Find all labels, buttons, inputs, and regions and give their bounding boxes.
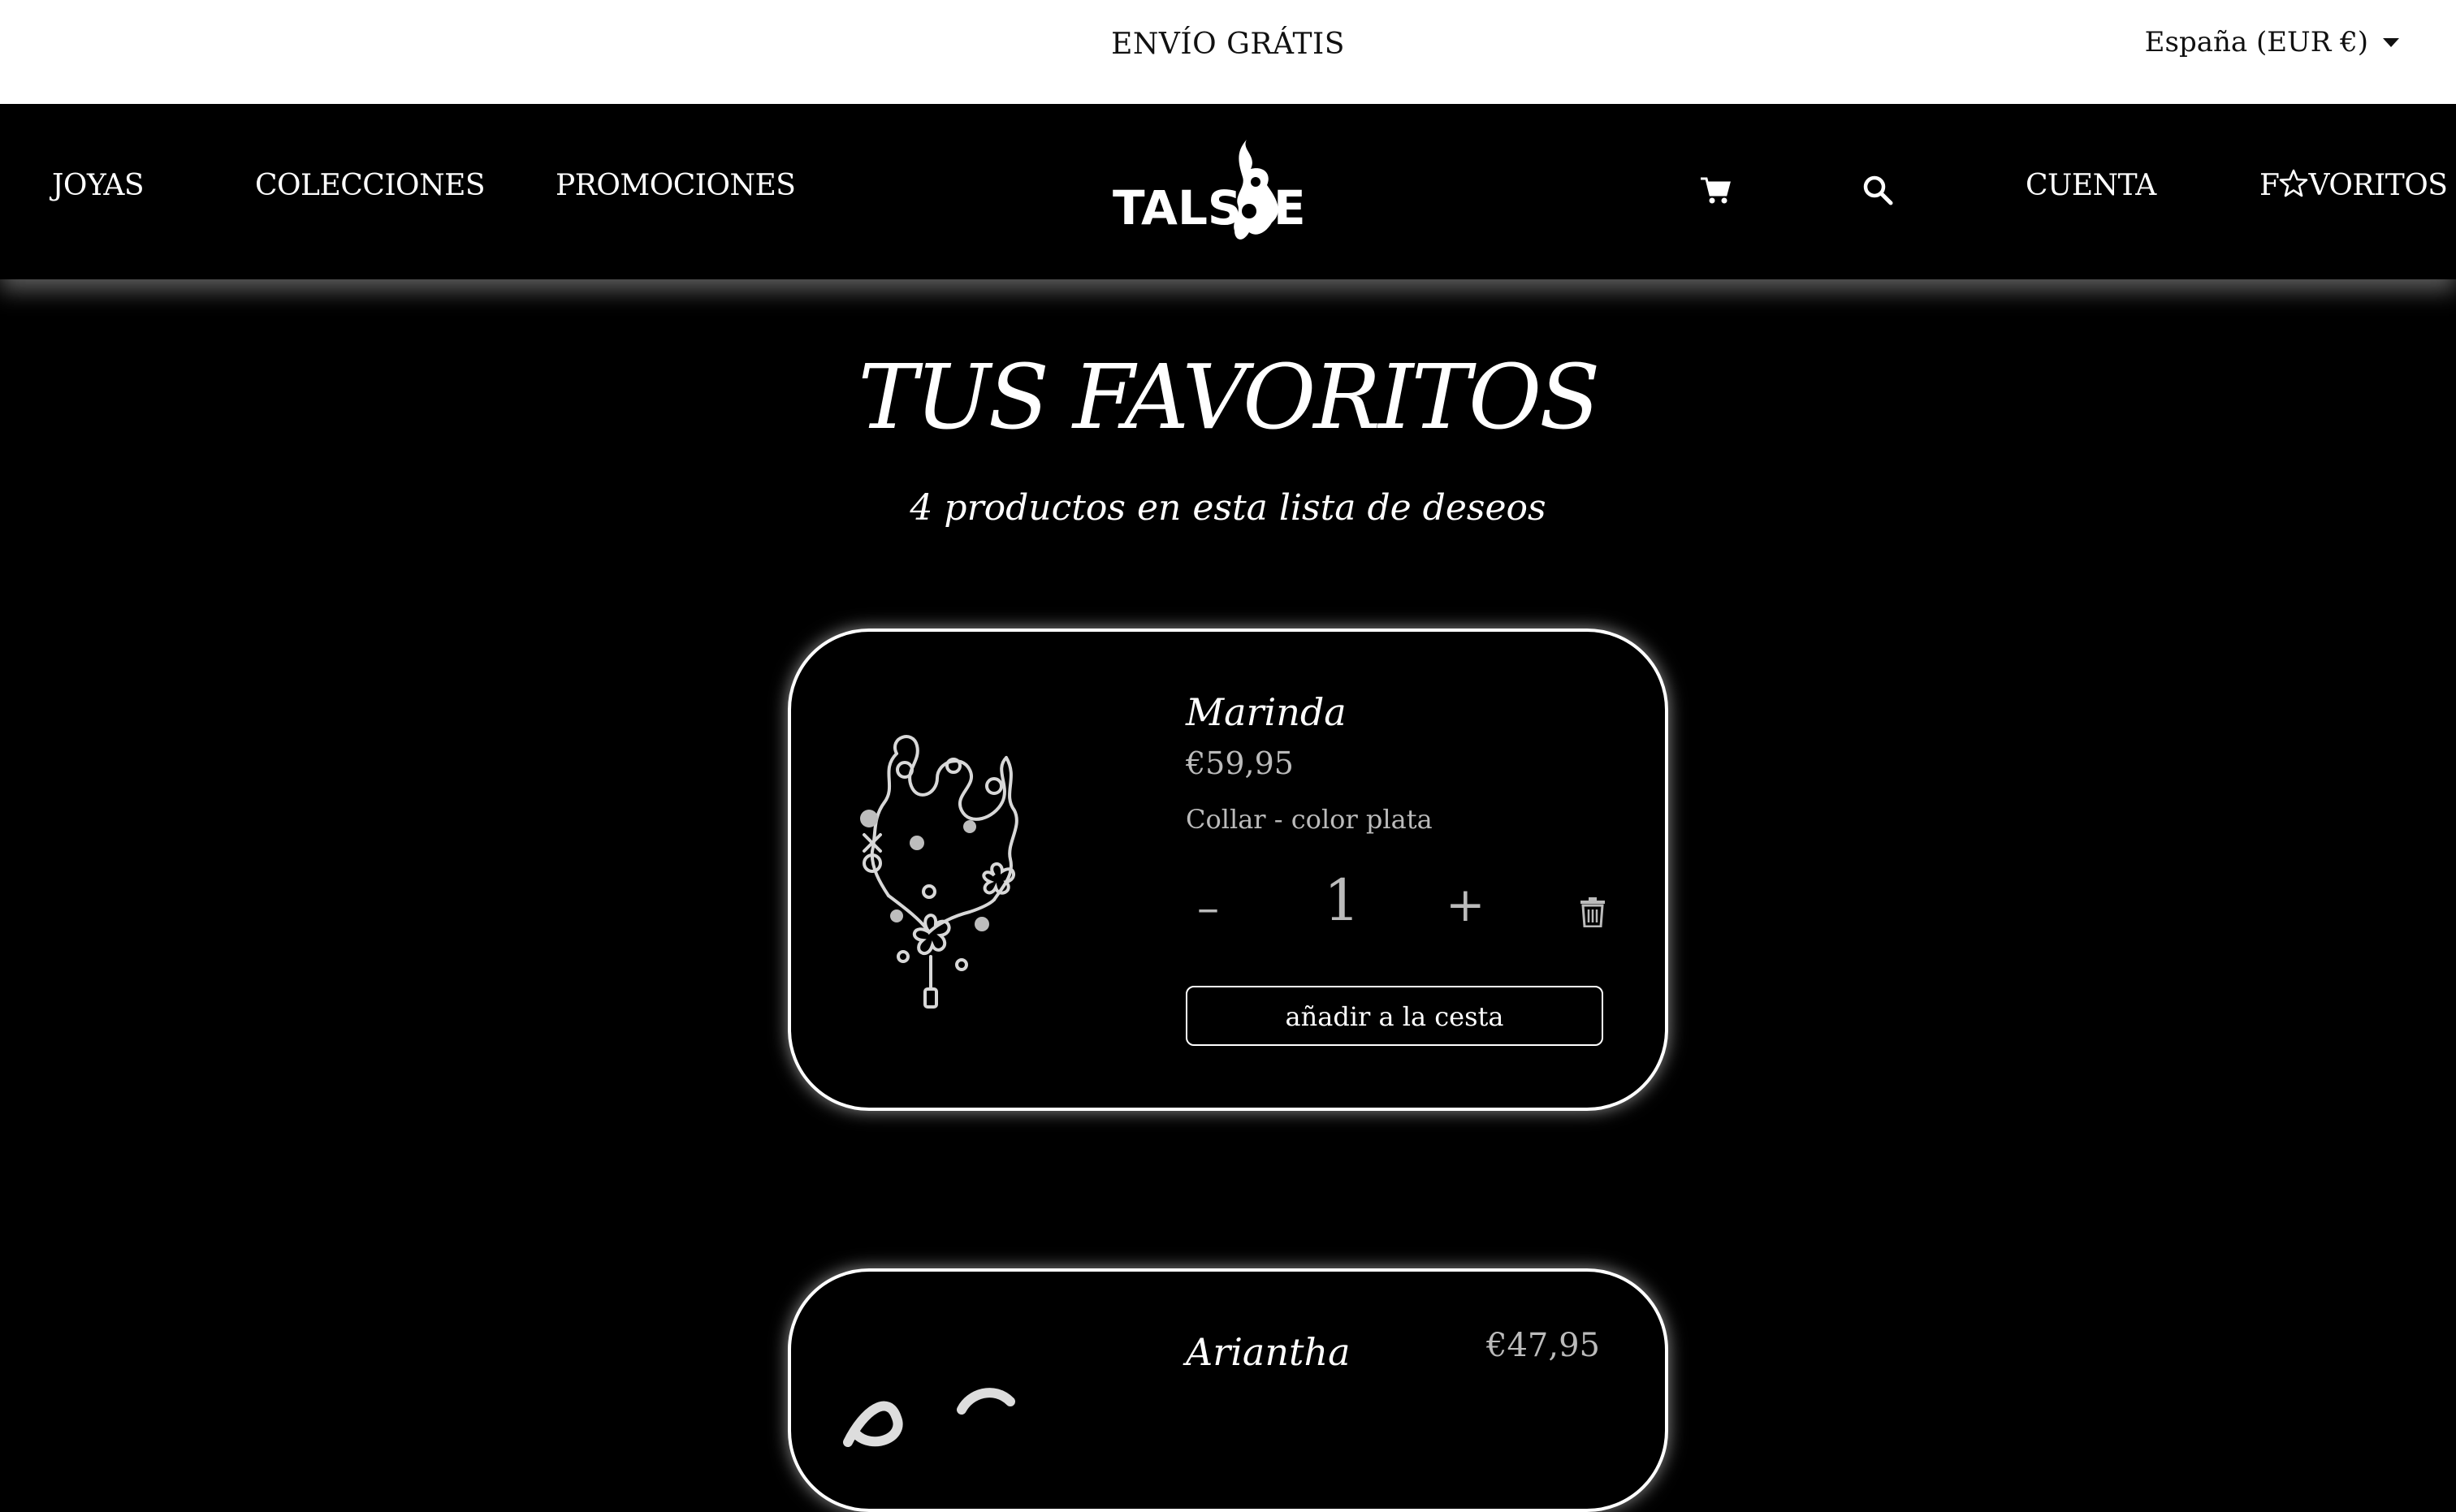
nav-joyas[interactable]: JOYAS [52, 169, 145, 202]
product-name[interactable]: Ariantha [1186, 1330, 1351, 1374]
product-price: €59,95 [1186, 745, 1294, 781]
main-navbar: JOYAS COLECCIONES PROMOCIONES TALS E CUE… [0, 104, 2456, 279]
wishlist-item: Ariantha €47,95 [788, 1268, 1668, 1512]
page-title: TUS FAVORITOS [858, 345, 1601, 449]
free-shipping-text: ENVÍO GRÁTIS [1111, 28, 1345, 61]
trash-icon[interactable] [1579, 896, 1606, 927]
quantity-value: 1 [1324, 867, 1360, 934]
nav-colecciones[interactable]: COLECCIONES [255, 169, 486, 202]
region-label: España (EUR €) [2144, 26, 2368, 58]
product-price: €47,95 [1486, 1327, 1600, 1364]
logo-text-left: TALS [1113, 180, 1242, 235]
nav-cuenta[interactable]: CUENTA [2026, 169, 2156, 202]
nav-promociones[interactable]: PROMOCIONES [556, 169, 796, 202]
announcement-bar: ENVÍO GRÁTIS España (EUR €) [0, 0, 2456, 104]
quantity-decrease-button[interactable]: – [1197, 882, 1219, 933]
talsie-logo[interactable]: TALS E [1113, 133, 1327, 247]
wishlist-item: Marinda €59,95 Collar - color plata – 1 … [788, 629, 1668, 1111]
cart-icon[interactable] [1699, 174, 1732, 206]
logo-text-right: E [1273, 180, 1306, 235]
search-icon[interactable] [1861, 174, 1894, 206]
product-image[interactable] [840, 1361, 1027, 1458]
quantity-increase-button[interactable]: + [1446, 877, 1485, 932]
wishlist-count: 4 productos en esta lista de deseos [910, 487, 1546, 529]
add-to-cart-button[interactable]: añadir a la cesta [1186, 986, 1603, 1046]
star-icon [2280, 169, 2308, 197]
chevron-down-icon [2383, 37, 2399, 47]
nav-favoritos[interactable]: F VORITOS [2259, 169, 2448, 202]
necklace-product-image[interactable] [840, 721, 1027, 1030]
region-selector[interactable]: España (EUR €) [2145, 26, 2399, 58]
favoritos-prefix: F [2259, 169, 2280, 202]
favoritos-suffix: VORITOS [2308, 169, 2448, 202]
product-description: Collar - color plata [1186, 804, 1433, 835]
product-name[interactable]: Marinda [1186, 690, 1347, 734]
